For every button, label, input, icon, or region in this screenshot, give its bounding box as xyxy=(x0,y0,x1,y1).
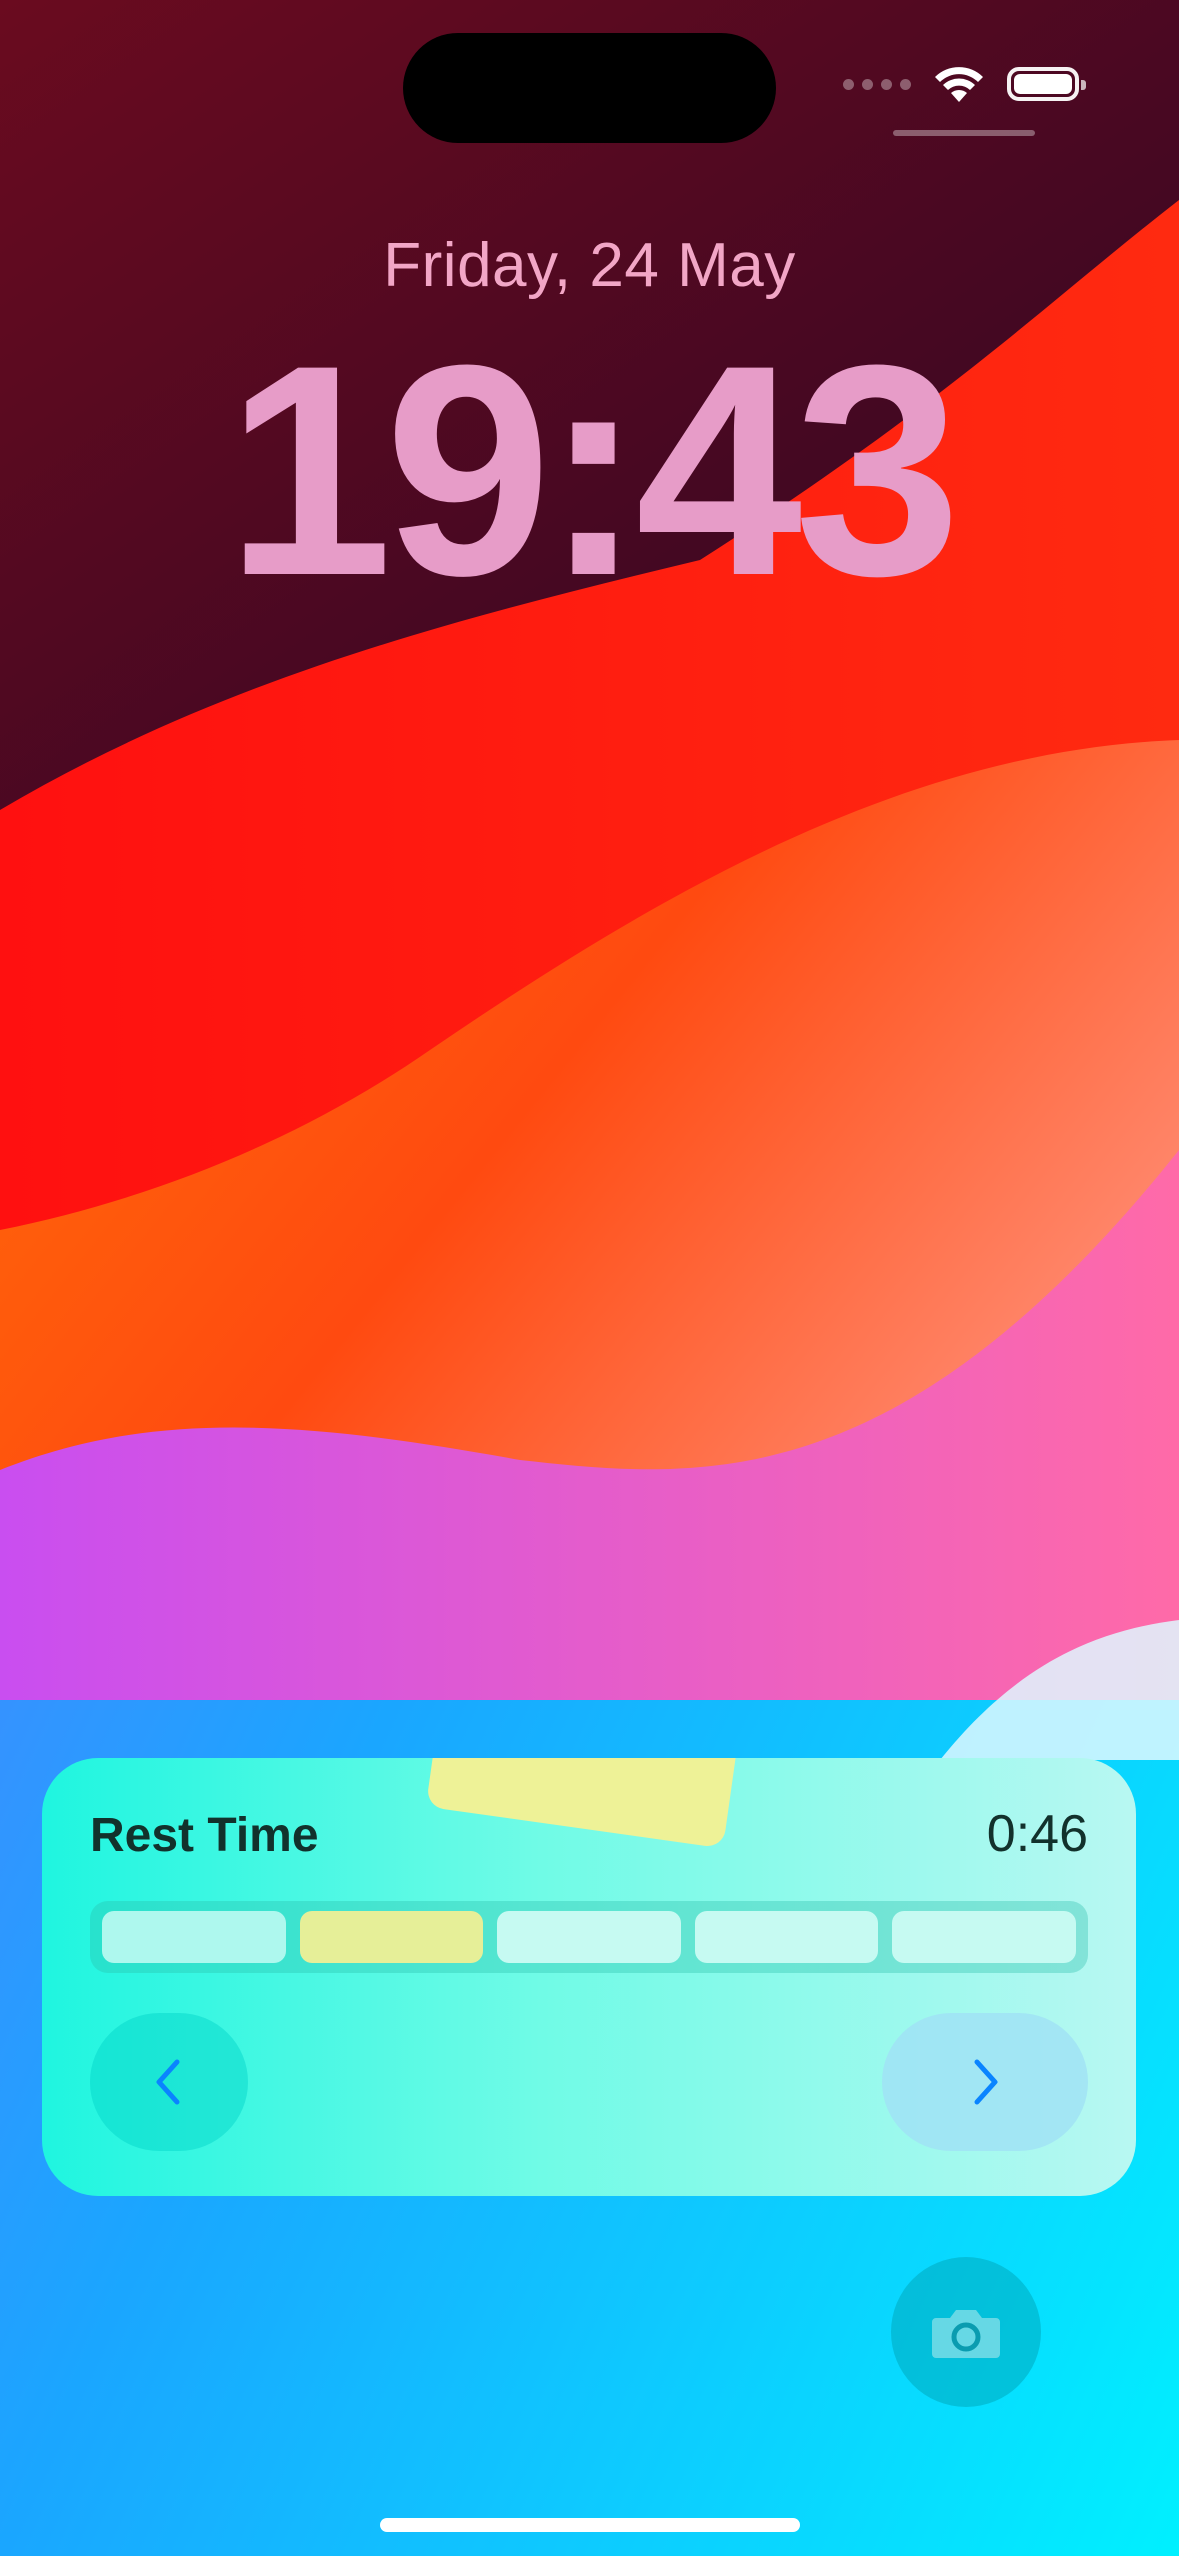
set-progress-bar xyxy=(90,1901,1088,1973)
lock-screen: Friday, 24 May 19:43 Rest Time 0:46 xyxy=(0,0,1179,2556)
status-bar xyxy=(843,64,1086,104)
progress-segment xyxy=(102,1911,286,1963)
battery-icon xyxy=(1007,67,1086,101)
camera-button[interactable] xyxy=(891,2257,1041,2407)
lock-time: 19:43 xyxy=(225,302,961,638)
chevron-right-icon xyxy=(974,2059,998,2105)
camera-icon xyxy=(932,2310,1000,2358)
status-indicator-line xyxy=(893,130,1035,136)
progress-segment-active xyxy=(299,1911,484,1963)
progress-segment xyxy=(497,1911,681,1963)
progress-segment xyxy=(694,1911,879,1963)
chevron-left-icon xyxy=(156,2059,180,2105)
home-indicator[interactable] xyxy=(380,2518,800,2532)
progress-segment xyxy=(892,1911,1076,1963)
sticky-note-decoration xyxy=(425,1758,739,1849)
signal-dots-icon xyxy=(843,78,911,90)
lock-date: Friday, 24 May xyxy=(383,231,796,300)
widget-title: Rest Time xyxy=(90,1809,319,1862)
previous-button[interactable] xyxy=(90,2013,248,2151)
next-button[interactable] xyxy=(882,2013,1088,2151)
rest-time-widget[interactable]: Rest Time 0:46 xyxy=(42,1758,1136,2196)
dynamic-island xyxy=(403,33,776,143)
wifi-icon xyxy=(935,67,983,102)
rest-timer: 0:46 xyxy=(986,1805,1088,1863)
